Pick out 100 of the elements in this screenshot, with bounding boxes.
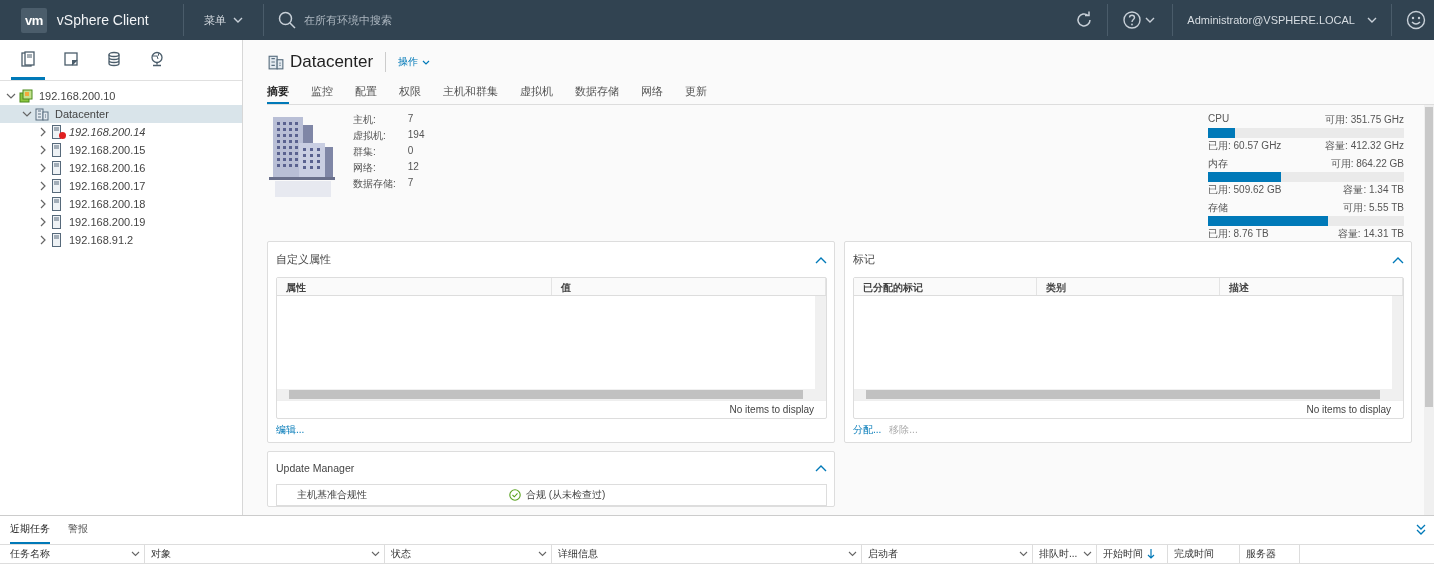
tab[interactable]: 更新 [674, 82, 718, 104]
horizontal-scrollbar[interactable] [277, 389, 815, 400]
user-menu[interactable]: Administrator@VSPHERE.LOCAL [1187, 14, 1377, 26]
vm-logo: vm [21, 7, 47, 33]
resource-name: 存储 [1208, 201, 1228, 215]
horizontal-scrollbar[interactable] [854, 389, 1392, 400]
tree-item[interactable]: 192.168.200.15 [0, 141, 242, 159]
total-capacity: 容量: 1.34 TB [1343, 183, 1404, 197]
check-circle-icon [509, 489, 521, 501]
stat-value: 7 [407, 113, 415, 126]
card-title: 自定义属性 [276, 252, 331, 267]
caret-icon [422, 59, 431, 65]
product-name: vSphere Client [56, 12, 149, 28]
collapse-icon[interactable] [1416, 524, 1426, 536]
total-capacity: 容量: 412.32 GHz [1325, 139, 1404, 153]
vcenter-icon [19, 89, 33, 103]
tree-item[interactable]: 192.168.91.2 [0, 231, 242, 249]
stat-value: 7 [407, 177, 415, 190]
page-title: Datacenter [290, 52, 374, 72]
tab[interactable]: 近期任务 [10, 516, 50, 544]
tree-item[interactable]: 192.168.200.18 [0, 195, 242, 213]
tree-item[interactable]: 192.168.200.10 [0, 87, 242, 105]
empty-message: No items to display [729, 404, 814, 415]
caret-icon [1367, 17, 1377, 23]
stat-label: 网络: [353, 161, 377, 175]
tab[interactable]: 虚拟机 [509, 82, 564, 104]
tree-item[interactable]: 192.168.200.14 [0, 123, 242, 141]
tab[interactable]: 配置 [344, 82, 388, 104]
action-link[interactable]: 编辑... [276, 423, 305, 437]
tab[interactable]: 主机和群集 [432, 82, 509, 104]
empty-message: No items to display [1306, 404, 1391, 415]
card-title: Update Manager [276, 462, 355, 474]
vertical-scrollbar[interactable] [1424, 105, 1434, 515]
building-icon [268, 54, 284, 70]
column-header[interactable]: 服务器 [1240, 545, 1300, 563]
filter-dropdown-icon[interactable] [1083, 551, 1092, 557]
filter-dropdown-icon[interactable] [538, 551, 547, 557]
tree-item[interactable]: 192.168.200.16 [0, 159, 242, 177]
column-header[interactable]: 描述 [1220, 278, 1403, 295]
tree-item[interactable]: 192.168.200.19 [0, 213, 242, 231]
search-icon [277, 11, 296, 29]
column-header[interactable]: 开始时间 [1097, 545, 1168, 563]
tab[interactable]: 权限 [388, 82, 432, 104]
vm-template-icon [63, 50, 79, 67]
stat-value: 194 [407, 129, 425, 142]
collapse-icon[interactable] [815, 255, 827, 264]
compliance-label: 主机基准合规性 [297, 488, 368, 502]
vertical-scrollbar[interactable] [1392, 296, 1403, 400]
column-header[interactable]: 完成时间 [1168, 545, 1240, 563]
actions-menu[interactable]: 操作 [398, 55, 431, 69]
tab[interactable]: 网络 [630, 82, 674, 104]
tree-item[interactable]: Datacenter [0, 105, 242, 123]
search-field[interactable]: 在所有环境中搜索 [301, 13, 606, 27]
refresh-icon[interactable] [1075, 11, 1094, 29]
stat-value: 12 [407, 161, 420, 174]
column-header[interactable]: 详细信息 [552, 545, 862, 563]
card-title: 标记 [853, 252, 875, 267]
tab[interactable]: 数据存储 [564, 82, 630, 104]
column-header[interactable]: 已分配的标记 [854, 278, 1037, 295]
compliance-status: 合规 (从未检查过) [526, 488, 606, 502]
filter-dropdown-icon[interactable] [848, 551, 857, 557]
column-header[interactable]: 类别 [1037, 278, 1220, 295]
column-header[interactable]: 对象 [145, 545, 385, 563]
column-header[interactable]: 启动者 [862, 545, 1033, 563]
filter-dropdown-icon[interactable] [371, 551, 380, 557]
used-amount: 已用: 8.76 TB [1208, 227, 1269, 241]
column-header[interactable]: 属性 [277, 278, 552, 295]
collapse-icon[interactable] [1392, 255, 1404, 264]
tab[interactable]: 警报 [68, 516, 88, 544]
menu-button[interactable]: 菜单 [197, 12, 249, 28]
vertical-scrollbar[interactable] [815, 296, 826, 400]
stat-value: 0 [407, 145, 415, 158]
free-capacity: 可用: 351.75 GHz [1325, 113, 1404, 127]
filter-dropdown-icon[interactable] [131, 551, 140, 557]
database-icon [106, 50, 122, 67]
column-header[interactable]: 排队时... [1033, 545, 1097, 563]
free-capacity: 可用: 5.55 TB [1343, 201, 1404, 215]
free-capacity: 可用: 864.22 GB [1330, 157, 1404, 171]
stat-label: 群集: [353, 145, 377, 159]
tree-item[interactable]: 192.168.200.17 [0, 177, 242, 195]
globe-icon [149, 50, 165, 67]
collapse-icon[interactable] [815, 464, 827, 472]
smiley-icon[interactable] [1406, 10, 1426, 30]
tab[interactable]: 监控 [300, 82, 344, 104]
hosts-clusters-icon [20, 50, 36, 67]
tab[interactable]: 摘要 [267, 82, 289, 104]
column-header[interactable]: 值 [551, 278, 826, 295]
action-link[interactable]: 分配... [853, 423, 882, 437]
used-amount: 已用: 60.57 GHz [1208, 139, 1282, 153]
building-icon [35, 107, 49, 121]
column-header[interactable]: 任务名称 [10, 545, 145, 563]
stat-label: 虚拟机: [353, 129, 387, 143]
column-header[interactable]: 状态 [385, 545, 552, 563]
resource-name: CPU [1208, 113, 1230, 126]
stat-label: 数据存储: [353, 177, 396, 191]
caret-icon [232, 17, 243, 23]
stat-label: 主机: [353, 113, 377, 127]
total-capacity: 容量: 14.31 TB [1337, 227, 1404, 241]
filter-dropdown-icon[interactable] [1019, 551, 1028, 557]
used-amount: 已用: 509.62 GB [1208, 183, 1282, 197]
